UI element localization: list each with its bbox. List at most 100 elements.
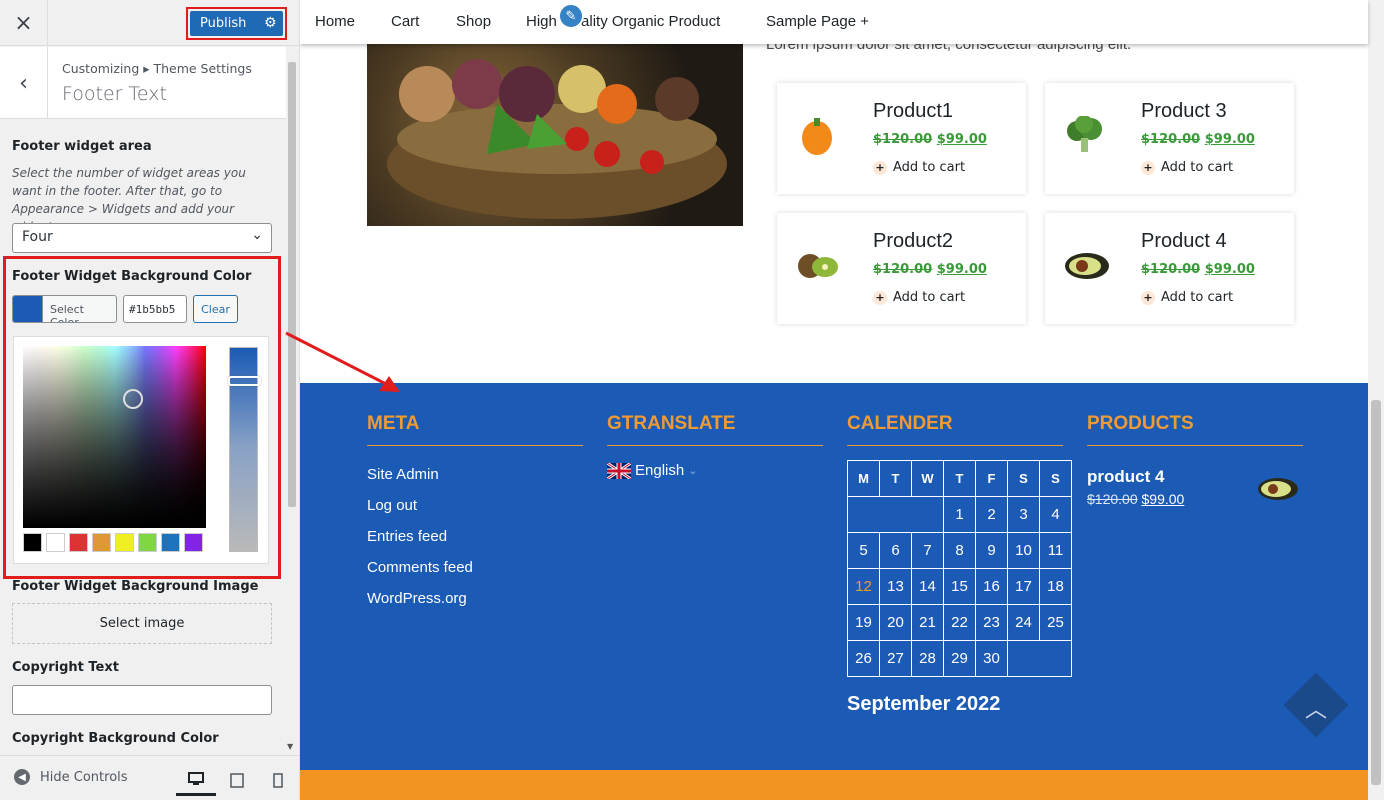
nav-home[interactable]: Home xyxy=(315,13,355,30)
add-to-cart-button[interactable]: + Add to cart xyxy=(1141,290,1233,305)
hue-slider[interactable] xyxy=(228,347,261,552)
nav-sample-page[interactable]: Sample Page + xyxy=(766,13,869,30)
widget-area-select[interactable]: Four ⌄ xyxy=(12,223,272,253)
products-divider xyxy=(1087,445,1303,446)
close-customizer-button[interactable]: × xyxy=(0,0,48,46)
avocado-icon xyxy=(1258,478,1298,500)
clear-color-button[interactable]: Clear xyxy=(193,295,238,323)
palette-swatch[interactable] xyxy=(138,533,157,552)
meta-link-site-admin[interactable]: Site Admin xyxy=(367,466,439,483)
product-card: Product 4 $120.00 $99.00 + Add to cart xyxy=(1045,213,1294,324)
collapse-icon: ◀ xyxy=(14,769,30,785)
sidebar-scrollbar[interactable] xyxy=(288,62,296,507)
palette-swatch[interactable] xyxy=(69,533,88,552)
vegetable-basket-illustration xyxy=(387,59,727,219)
publish-highlight: Publish ⚙ xyxy=(186,7,287,40)
calendar-day: 10 xyxy=(1007,532,1040,569)
meta-link-wordpress[interactable]: WordPress.org xyxy=(367,590,467,607)
hue-slider-handle[interactable] xyxy=(228,376,261,386)
calendar-day: 26 xyxy=(847,640,880,677)
section-header: ‹ Customizing ▸ Theme Settings Footer Te… xyxy=(0,47,286,119)
calendar-day: 18 xyxy=(1039,568,1072,605)
saturation-area[interactable] xyxy=(23,346,206,528)
calendar-week: 26 27 28 29 30 xyxy=(847,640,1072,677)
product-old-price: $120.00 xyxy=(1141,262,1201,277)
back-button[interactable]: ‹ xyxy=(0,47,48,119)
product-name[interactable]: Product2 xyxy=(873,230,953,253)
select-color-button[interactable]: Select Color xyxy=(12,295,117,323)
product-price: $120.00 $99.00 xyxy=(873,132,987,147)
calendar-day: 16 xyxy=(975,568,1008,605)
calendar-day: 11 xyxy=(1039,532,1072,569)
pepper-icon xyxy=(802,118,832,155)
add-to-cart-button[interactable]: + Add to cart xyxy=(873,290,965,305)
copyright-text-input[interactable] xyxy=(12,685,272,715)
language-selector[interactable]: English ⌄ xyxy=(607,462,697,479)
nav-cart[interactable]: Cart xyxy=(391,13,419,30)
calendar-caption: September 2022 xyxy=(847,693,1001,715)
plus-icon: + xyxy=(873,160,887,175)
palette-swatch[interactable] xyxy=(161,533,180,552)
calendar-week: 5 6 7 8 9 10 11 xyxy=(847,532,1072,569)
vegetable-basket-image xyxy=(367,44,743,226)
palette-swatch[interactable] xyxy=(184,533,203,552)
product-price: $120.00 $99.00 xyxy=(1141,132,1255,147)
plus-icon: + xyxy=(1141,160,1155,175)
meta-link-entries-feed[interactable]: Entries feed xyxy=(367,528,447,545)
device-desktop-button[interactable] xyxy=(176,764,216,796)
hex-color-input[interactable] xyxy=(123,295,187,323)
widget-product-name[interactable]: product 4 xyxy=(1087,467,1164,487)
palette-swatch[interactable] xyxy=(92,533,111,552)
calendar-day: 4 xyxy=(1039,496,1072,533)
copyright-bar xyxy=(300,770,1368,800)
palette-swatch[interactable] xyxy=(115,533,134,552)
calendar-day: 21 xyxy=(911,604,944,641)
select-image-button[interactable]: Select image xyxy=(12,603,272,644)
chevron-up-icon[interactable]: ︿ xyxy=(1300,692,1332,724)
gear-icon[interactable]: ⚙ xyxy=(264,11,277,36)
desktop-icon xyxy=(188,771,204,785)
product-name[interactable]: Product 3 xyxy=(1141,100,1227,123)
add-to-cart-button[interactable]: + Add to cart xyxy=(1141,160,1233,175)
plus-icon: + xyxy=(873,290,887,305)
uk-flag-icon xyxy=(607,462,631,479)
widget-product-old-price: $120.00 xyxy=(1087,491,1138,507)
calendar-day: 15 xyxy=(943,568,976,605)
meta-link-comments-feed[interactable]: Comments feed xyxy=(367,559,473,576)
device-tablet-button[interactable] xyxy=(217,764,257,796)
calendar-day-header: T xyxy=(943,460,976,497)
calendar-day: 24 xyxy=(1007,604,1040,641)
select-color-label: Select Color xyxy=(50,303,84,323)
breadcrumb: Customizing ▸ Theme Settings xyxy=(62,61,252,76)
current-color-swatch xyxy=(13,296,43,322)
widget-area-selected: Four xyxy=(22,229,53,245)
device-mobile-button[interactable] xyxy=(258,764,298,796)
preview-scrollbar[interactable] xyxy=(1371,400,1381,785)
site-preview: Home Cart Shop High Quality Organic Prod… xyxy=(300,0,1384,800)
palette-swatch[interactable] xyxy=(46,533,65,552)
product-name[interactable]: Product 4 xyxy=(1141,230,1227,253)
hide-controls-button[interactable]: ◀ Hide Controls xyxy=(0,756,130,800)
add-to-cart-button[interactable]: + Add to cart xyxy=(873,160,965,175)
calender-title: CALENDER xyxy=(847,413,953,434)
calendar-day: 27 xyxy=(879,640,912,677)
gtranslate-title: GTRANSLATE xyxy=(607,413,736,434)
palette-swatch[interactable] xyxy=(23,533,42,552)
publish-button[interactable]: Publish ⚙ xyxy=(190,11,283,36)
calendar-day: 5 xyxy=(847,532,880,569)
calendar-day-header: F xyxy=(975,460,1008,497)
meta-link-log-out[interactable]: Log out xyxy=(367,497,417,514)
main-nav: Home Cart Shop High Quality Organic Prod… xyxy=(300,0,1368,44)
product-name[interactable]: Product1 xyxy=(873,100,953,123)
calendar-week: 19 20 21 22 23 24 25 xyxy=(847,604,1072,641)
saturation-handle[interactable] xyxy=(123,389,143,409)
scroll-down-icon[interactable]: ▼ xyxy=(287,742,293,751)
calendar-day: 29 xyxy=(943,640,976,677)
add-to-cart-label: Add to cart xyxy=(893,290,966,305)
calendar-day: 1 xyxy=(943,496,976,533)
calendar-day: 22 xyxy=(943,604,976,641)
nav-shop[interactable]: Shop xyxy=(456,13,491,30)
nav-organic-product[interactable]: High Quality Organic Product xyxy=(526,13,720,30)
edit-shortcut-icon[interactable]: ✎ xyxy=(558,3,584,29)
saturation-gradient xyxy=(23,346,206,528)
